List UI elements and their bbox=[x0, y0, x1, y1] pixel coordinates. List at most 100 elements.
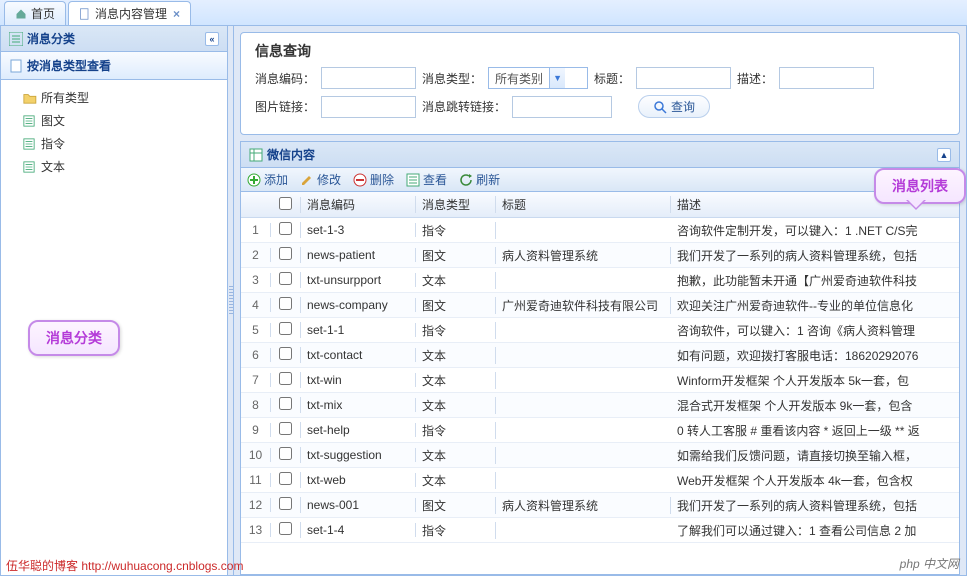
table-row[interactable]: 9set-help指令0 转人工客服 # 重看该内容 * 返回上一级 ** 返 bbox=[241, 418, 959, 443]
cell-type: 指令 bbox=[416, 222, 496, 239]
cell-code: news-company bbox=[301, 298, 416, 312]
cell-rownum: 11 bbox=[241, 473, 271, 487]
col-code[interactable]: 消息编码 bbox=[301, 196, 416, 213]
cell-desc: 混合式开发框架 个人开发版本 9k一套，包含 bbox=[671, 397, 959, 414]
cell-checkbox[interactable] bbox=[271, 272, 301, 288]
cell-desc: 咨询软件定制开发，可以键入：1 .NET C/S完 bbox=[671, 222, 959, 239]
table-row[interactable]: 11txt-web文本Web开发框架 个人开发版本 4k一套，包含权 bbox=[241, 468, 959, 493]
cell-checkbox[interactable] bbox=[271, 247, 301, 263]
input-jump[interactable] bbox=[512, 96, 612, 118]
tab-message-mgmt[interactable]: 消息内容管理 × bbox=[68, 1, 191, 25]
collapse-left-icon[interactable]: « bbox=[205, 32, 219, 46]
cell-desc: Winform开发框架 个人开发版本 5k一套，包 bbox=[671, 372, 959, 389]
cell-code: news-001 bbox=[301, 498, 416, 512]
tree-label: 所有类型 bbox=[41, 89, 89, 106]
cell-code: txt-contact bbox=[301, 348, 416, 362]
cell-checkbox[interactable] bbox=[271, 372, 301, 388]
tree-node-wenben[interactable]: 文本 bbox=[5, 155, 223, 178]
cell-checkbox[interactable] bbox=[271, 347, 301, 363]
label-desc: 描述： bbox=[737, 70, 773, 87]
cell-checkbox[interactable] bbox=[271, 222, 301, 238]
table-row[interactable]: 7txt-win文本Winform开发框架 个人开发版本 5k一套，包 bbox=[241, 368, 959, 393]
table-row[interactable]: 1set-1-3指令咨询软件定制开发，可以键入：1 .NET C/S完 bbox=[241, 218, 959, 243]
edit-button[interactable]: 修改 bbox=[300, 171, 341, 188]
table-row[interactable]: 4news-company图文广州爱奇迪软件科技有限公司欢迎关注广州爱奇迪软件-… bbox=[241, 293, 959, 318]
tree-label: 图文 bbox=[41, 112, 65, 129]
cell-checkbox[interactable] bbox=[271, 322, 301, 338]
cell-title: 病人资料管理系统 bbox=[496, 247, 671, 264]
label-title: 标题： bbox=[594, 70, 630, 87]
cell-rownum: 10 bbox=[241, 448, 271, 462]
label-code: 消息编码： bbox=[255, 70, 315, 87]
cell-checkbox[interactable] bbox=[271, 397, 301, 413]
cell-checkbox[interactable] bbox=[271, 472, 301, 488]
table-row[interactable]: 10 txt-suggestion文本 如需给我们反馈问题，请直接切换至输入框， bbox=[241, 443, 959, 468]
list-icon bbox=[9, 32, 23, 46]
cell-rownum: 2 bbox=[241, 248, 271, 262]
table-row[interactable]: 3txt-unsurpport文本抱歉，此功能暂未开通【广州爱奇迪软件科技 bbox=[241, 268, 959, 293]
search-label: 查询 bbox=[671, 98, 695, 115]
input-code[interactable] bbox=[321, 67, 416, 89]
plus-icon bbox=[247, 173, 261, 187]
callout-category: 消息分类 bbox=[28, 320, 120, 356]
cell-code: set-1-3 bbox=[301, 223, 416, 237]
cell-code: set-help bbox=[301, 423, 416, 437]
table-row[interactable]: 2news-patient图文病人资料管理系统我们开发了一系列的病人资料管理系统… bbox=[241, 243, 959, 268]
cell-checkbox[interactable] bbox=[271, 297, 301, 313]
cell-title: 广州爱奇迪软件科技有限公司 bbox=[496, 297, 671, 314]
cell-rownum: 9 bbox=[241, 423, 271, 437]
cell-rownum: 13 bbox=[241, 523, 271, 537]
grid-title-text: 微信内容 bbox=[267, 146, 315, 163]
cell-checkbox[interactable] bbox=[271, 447, 301, 463]
cell-code: txt-unsurpport bbox=[301, 273, 416, 287]
label-img: 图片链接： bbox=[255, 98, 315, 115]
add-button[interactable]: 添加 bbox=[247, 171, 288, 188]
cell-desc: 如需给我们反馈问题，请直接切换至输入框， bbox=[671, 447, 959, 464]
grid-toolbar: 添加 修改 删除 查看 刷新 bbox=[241, 168, 959, 192]
refresh-button[interactable]: 刷新 bbox=[459, 171, 500, 188]
cell-type: 文本 bbox=[416, 472, 496, 489]
col-title[interactable]: 标题 bbox=[496, 196, 671, 213]
tab-bar: 首页 消息内容管理 × bbox=[0, 0, 967, 26]
input-img[interactable] bbox=[321, 96, 416, 118]
cell-checkbox[interactable] bbox=[271, 497, 301, 513]
cell-checkbox[interactable] bbox=[271, 522, 301, 538]
cell-checkbox[interactable] bbox=[271, 422, 301, 438]
combo-type[interactable]: 所有类别 ▼ bbox=[488, 67, 588, 89]
content-area: 信息查询 消息编码： 消息类型： 所有类别 ▼ 标题： 描述： 图片链接： 消息… bbox=[234, 26, 966, 575]
view-button[interactable]: 查看 bbox=[406, 171, 447, 188]
cell-rownum: 4 bbox=[241, 298, 271, 312]
tab-label: 消息内容管理 bbox=[95, 5, 167, 22]
item-icon bbox=[23, 115, 37, 127]
cell-rownum: 6 bbox=[241, 348, 271, 362]
cell-type: 文本 bbox=[416, 447, 496, 464]
cell-type: 指令 bbox=[416, 322, 496, 339]
accordion-header[interactable]: 按消息类型查看 bbox=[1, 52, 227, 80]
table-row[interactable]: 12news-001图文病人资料管理系统我们开发了一系列的病人资料管理系统，包括 bbox=[241, 493, 959, 518]
cell-title: 病人资料管理系统 bbox=[496, 497, 671, 514]
cell-desc: 了解我们可以通过键入：1 查看公司信息 2 加 bbox=[671, 522, 959, 539]
cell-type: 指令 bbox=[416, 522, 496, 539]
col-type[interactable]: 消息类型 bbox=[416, 196, 496, 213]
input-title[interactable] bbox=[636, 67, 731, 89]
tree-node-tuwen[interactable]: 图文 bbox=[5, 109, 223, 132]
table-row[interactable]: 8txt-mix文本混合式开发框架 个人开发版本 9k一套，包含 bbox=[241, 393, 959, 418]
table-row[interactable]: 5set-1-1指令咨询软件，可以键入：1 咨询《病人资料管理 bbox=[241, 318, 959, 343]
cell-code: txt-suggestion bbox=[301, 448, 416, 462]
folder-icon bbox=[23, 92, 37, 104]
tree-node-zhiling[interactable]: 指令 bbox=[5, 132, 223, 155]
tab-home[interactable]: 首页 bbox=[4, 1, 66, 25]
table-row[interactable]: 6txt-contact文本如有问题，欢迎拨打客服电话：18620292076 bbox=[241, 343, 959, 368]
col-checkbox-all[interactable] bbox=[271, 197, 301, 213]
home-icon bbox=[15, 8, 27, 20]
collapse-up-icon[interactable]: ▲ bbox=[937, 148, 951, 162]
label-jump: 消息跳转链接： bbox=[422, 98, 506, 115]
close-icon[interactable]: × bbox=[173, 7, 180, 21]
cell-desc: 欢迎关注广州爱奇迪软件--专业的单位信息化 bbox=[671, 297, 959, 314]
input-desc[interactable] bbox=[779, 67, 874, 89]
table-row[interactable]: 13set-1-4指令了解我们可以通过键入：1 查看公司信息 2 加 bbox=[241, 518, 959, 543]
tree-node-all[interactable]: 所有类型 bbox=[5, 86, 223, 109]
search-button[interactable]: 查询 bbox=[638, 95, 710, 118]
cell-rownum: 5 bbox=[241, 323, 271, 337]
delete-button[interactable]: 删除 bbox=[353, 171, 394, 188]
